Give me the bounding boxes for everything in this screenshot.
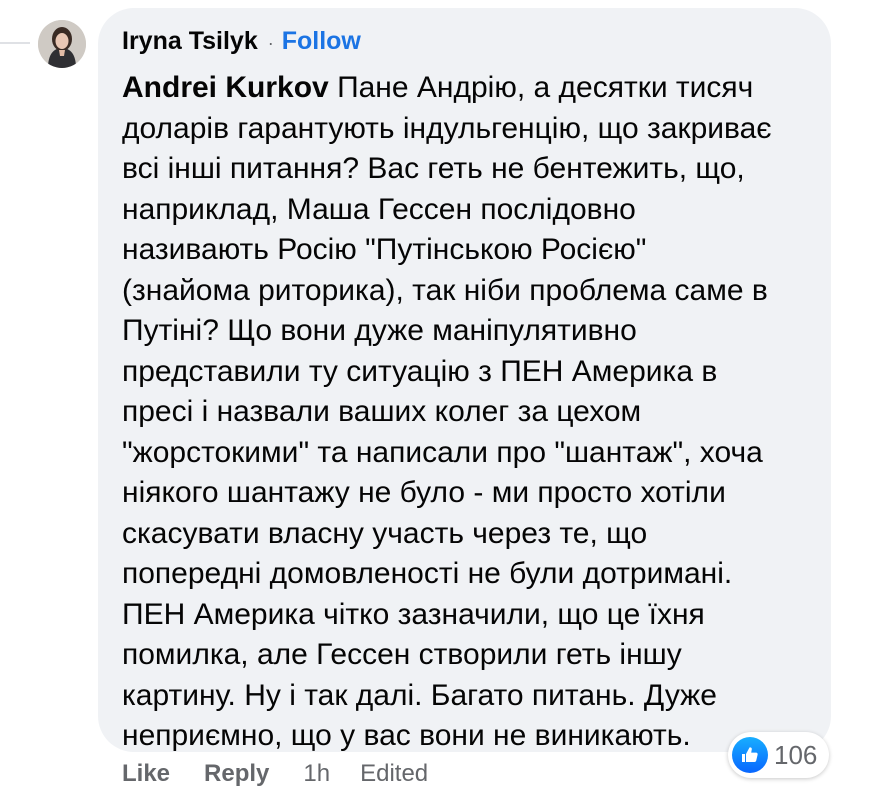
comment-bubble: Iryna Tsilyk · Follow Andrei Kurkov Пане… bbox=[98, 8, 831, 752]
comment-line: пресі і назвали ваших колег за цехом bbox=[122, 395, 642, 428]
reaction-count: 106 bbox=[774, 739, 818, 770]
comment-line: ніякого шантажу не було - ми просто хоті… bbox=[122, 476, 726, 509]
like-button[interactable]: Like bbox=[122, 760, 170, 788]
edited-label[interactable]: Edited bbox=[360, 760, 428, 788]
comment-line: доларів гарантують індульгенцію, що закр… bbox=[122, 111, 772, 145]
comment-line: називають Росію "Путінською Росією" bbox=[122, 233, 647, 266]
like-thumb-icon bbox=[732, 737, 768, 773]
timestamp[interactable]: 1h bbox=[303, 760, 330, 788]
avatar-photo bbox=[38, 20, 86, 68]
comment-line: ПЕН Америка чітко зазначили, що це їхня bbox=[122, 597, 705, 631]
comment-header: Iryna Tsilyk · Follow bbox=[122, 26, 807, 58]
comment-line: картину. Ну і так далі. Багато питань. Д… bbox=[122, 678, 717, 712]
comment-line: попередні домовленості не були дотримані… bbox=[122, 557, 733, 590]
comment-line: наприклад, Маша Гессен послідовно bbox=[122, 192, 636, 226]
comment-text: Andrei Kurkov Пане Андрію, а десятки тис… bbox=[122, 68, 807, 757]
comment-line: всі інші питання? Вас геть не бентежить,… bbox=[122, 152, 745, 185]
header-separator: · bbox=[267, 33, 274, 53]
author-name[interactable]: Iryna Tsilyk bbox=[122, 26, 258, 56]
comment-line: Путіні? Що вони дуже маніпулятивно bbox=[122, 314, 637, 347]
mention-link[interactable]: Andrei Kurkov bbox=[122, 71, 329, 104]
thread-connector-line bbox=[0, 42, 30, 44]
follow-button[interactable]: Follow bbox=[282, 26, 361, 56]
comment-actions: Like Reply 1h Edited bbox=[122, 760, 428, 788]
comment-line: помилка, але Гессен створили геть іншу bbox=[122, 638, 682, 671]
comment-line: "жорстокими" та написали про "шантаж", х… bbox=[122, 435, 763, 469]
comment-line: Andrei Kurkov Пане Андрію, а десятки тис… bbox=[122, 68, 807, 109]
reaction-summary[interactable]: 106 bbox=[728, 732, 830, 778]
comment-line-text: Пане Андрію, а десятки тисяч bbox=[337, 71, 754, 104]
comment-line: (знайома риторика), так ніби проблема са… bbox=[122, 273, 768, 307]
comment-line: представили ту ситуацію з ПЕН Америка в bbox=[122, 354, 718, 388]
comment-line: неприємно, що у вас вони не виникають. bbox=[122, 719, 691, 752]
reply-button[interactable]: Reply bbox=[204, 760, 269, 788]
comment-line: скасувати власну участь через те, що bbox=[122, 516, 648, 550]
avatar[interactable] bbox=[38, 20, 86, 68]
